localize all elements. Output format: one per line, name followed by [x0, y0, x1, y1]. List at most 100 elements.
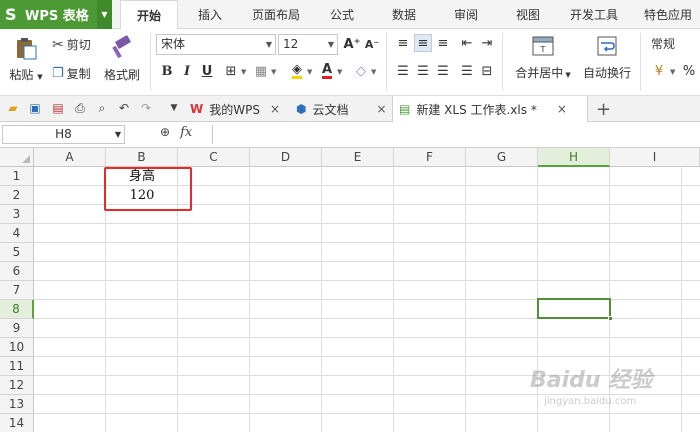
copy-label: 复制	[66, 67, 91, 81]
tab-page-layout[interactable]: 页面布局	[244, 0, 308, 29]
row-header-1[interactable]: 1	[0, 167, 34, 186]
tab-data[interactable]: 数据	[384, 0, 424, 29]
decrease-indent-button[interactable]: ⇤	[458, 34, 476, 52]
percent-button[interactable]: %	[680, 62, 698, 80]
tab-special[interactable]: 特色应用	[636, 0, 700, 29]
row-header-9[interactable]: 9	[0, 319, 34, 338]
row-header-8[interactable]: 8	[0, 300, 34, 319]
fill-color-button[interactable]: ◈	[288, 62, 306, 80]
row-header-10[interactable]: 10	[0, 338, 34, 357]
close-icon[interactable]: ×	[377, 102, 387, 116]
chevron-down-icon[interactable]: ▼	[166, 100, 182, 116]
redo-icon[interactable]: ↷	[138, 100, 154, 116]
column-header-c[interactable]: C	[178, 148, 250, 167]
align-middle-button[interactable]: ≡	[414, 34, 432, 52]
paste-button[interactable]: 粘贴 ▼	[6, 35, 46, 89]
tab-cloud-docs[interactable]: ⬢ 云文档 ×	[290, 96, 388, 122]
align-bottom-button[interactable]: ≡	[434, 34, 452, 52]
number-format-select[interactable]: 常规	[646, 34, 700, 55]
column-header-i[interactable]: I	[610, 148, 700, 167]
decrease-font-button[interactable]: A⁻	[363, 35, 381, 53]
export-pdf-icon[interactable]: ▤	[50, 100, 66, 116]
row-header-3[interactable]: 3	[0, 205, 34, 224]
tab-formulas[interactable]: 公式	[322, 0, 362, 29]
row-header-7[interactable]: 7	[0, 281, 34, 300]
tab-home[interactable]: 开始	[120, 0, 178, 30]
cell-style-button[interactable]: ▦	[252, 62, 270, 80]
copy-button[interactable]: ❐ 复制	[52, 65, 91, 82]
zoom-search-icon[interactable]: ⊕	[160, 125, 170, 144]
tab-developer[interactable]: 开发工具	[564, 0, 624, 29]
merge-center-label: 合并居中	[515, 66, 564, 80]
align-center-icon: ☰	[417, 63, 429, 79]
select-all-corner[interactable]	[0, 148, 34, 167]
font-size-select[interactable]: 12 ▼	[278, 34, 338, 55]
row-header-13[interactable]: 13	[0, 395, 34, 414]
tab-view[interactable]: 视图	[508, 0, 548, 29]
column-header-e[interactable]: E	[322, 148, 394, 167]
copy-icon: ❐	[52, 66, 64, 81]
column-header-f[interactable]: F	[394, 148, 466, 167]
watermark-line2: jingyan.baidu.com	[544, 396, 637, 407]
formula-input[interactable]	[212, 125, 698, 144]
borders-button[interactable]: ⊞	[222, 62, 240, 80]
font-name-select[interactable]: 宋体 ▼	[156, 34, 276, 55]
distribute-button[interactable]: ⊟	[478, 62, 496, 80]
clear-format-button[interactable]: ◇	[352, 62, 370, 80]
column-header-h[interactable]: H	[538, 148, 610, 167]
font-color-button[interactable]: A	[318, 62, 336, 80]
row-header-4[interactable]: 4	[0, 224, 34, 243]
wrap-text-button[interactable]: 自动换行	[578, 35, 636, 89]
fx-icon[interactable]: fx	[180, 125, 192, 144]
tab-review[interactable]: 审阅	[446, 0, 486, 29]
align-left-button[interactable]: ☰	[394, 62, 412, 80]
tab-new-xls[interactable]: ▤ 新建 XLS 工作表.xls * ×	[392, 96, 588, 122]
fill-handle[interactable]	[608, 316, 613, 321]
underline-button[interactable]: U	[198, 62, 216, 80]
bold-button[interactable]: B	[158, 62, 176, 80]
row-header-11[interactable]: 11	[0, 357, 34, 376]
cut-button[interactable]: ✂ 剪切	[52, 36, 91, 53]
column-header-g[interactable]: G	[466, 148, 538, 167]
close-icon[interactable]: ×	[270, 102, 280, 116]
formula-icons: ⊕ fx	[160, 125, 192, 144]
currency-button[interactable]: ¥	[650, 62, 668, 80]
undo-icon[interactable]: ↶	[116, 100, 132, 116]
merge-center-button[interactable]: T 合并居中 ▼	[510, 35, 576, 89]
new-tab-button[interactable]: +	[596, 96, 611, 122]
column-header-b[interactable]: B	[106, 148, 178, 167]
format-painter-button[interactable]: 格式刷	[102, 35, 142, 89]
italic-button[interactable]: I	[178, 62, 196, 80]
scissors-icon: ✂	[52, 36, 64, 53]
outdent-icon: ⇤	[461, 35, 473, 51]
justify-button[interactable]: ☰	[458, 62, 476, 80]
row-header-2[interactable]: 2	[0, 186, 34, 205]
selected-cell-cursor[interactable]	[537, 298, 613, 321]
close-icon[interactable]: ×	[557, 102, 567, 116]
wrap-text-icon	[597, 36, 617, 56]
spreadsheet-icon: ▤	[399, 102, 411, 116]
chevron-down-icon[interactable]: ▼	[97, 0, 112, 29]
column-header-a[interactable]: A	[34, 148, 106, 167]
tab-insert[interactable]: 插入	[188, 0, 232, 29]
app-menu-button[interactable]: S WPS 表格 ▼	[0, 0, 112, 29]
print-icon[interactable]: ⎙	[72, 100, 88, 116]
print-preview-icon[interactable]: ⌕	[94, 100, 110, 116]
app-name: WPS 表格	[25, 9, 89, 24]
row-header-5[interactable]: 5	[0, 243, 34, 262]
grid-hline	[34, 223, 700, 224]
grid-hline	[34, 337, 700, 338]
save-icon[interactable]: ▣	[27, 100, 43, 116]
increase-font-button[interactable]: A⁺	[343, 35, 361, 53]
increase-indent-button[interactable]: ⇥	[478, 34, 496, 52]
row-header-14[interactable]: 14	[0, 414, 34, 432]
name-box[interactable]: H8 ▼	[2, 125, 125, 144]
align-top-button[interactable]: ≡	[394, 34, 412, 52]
align-center-button[interactable]: ☰	[414, 62, 432, 80]
column-header-d[interactable]: D	[250, 148, 322, 167]
align-right-button[interactable]: ☰	[434, 62, 452, 80]
open-folder-icon[interactable]: ▰	[5, 100, 21, 116]
row-header-12[interactable]: 12	[0, 376, 34, 395]
tab-my-wps[interactable]: W 我的WPS ×	[184, 96, 286, 122]
row-header-6[interactable]: 6	[0, 262, 34, 281]
